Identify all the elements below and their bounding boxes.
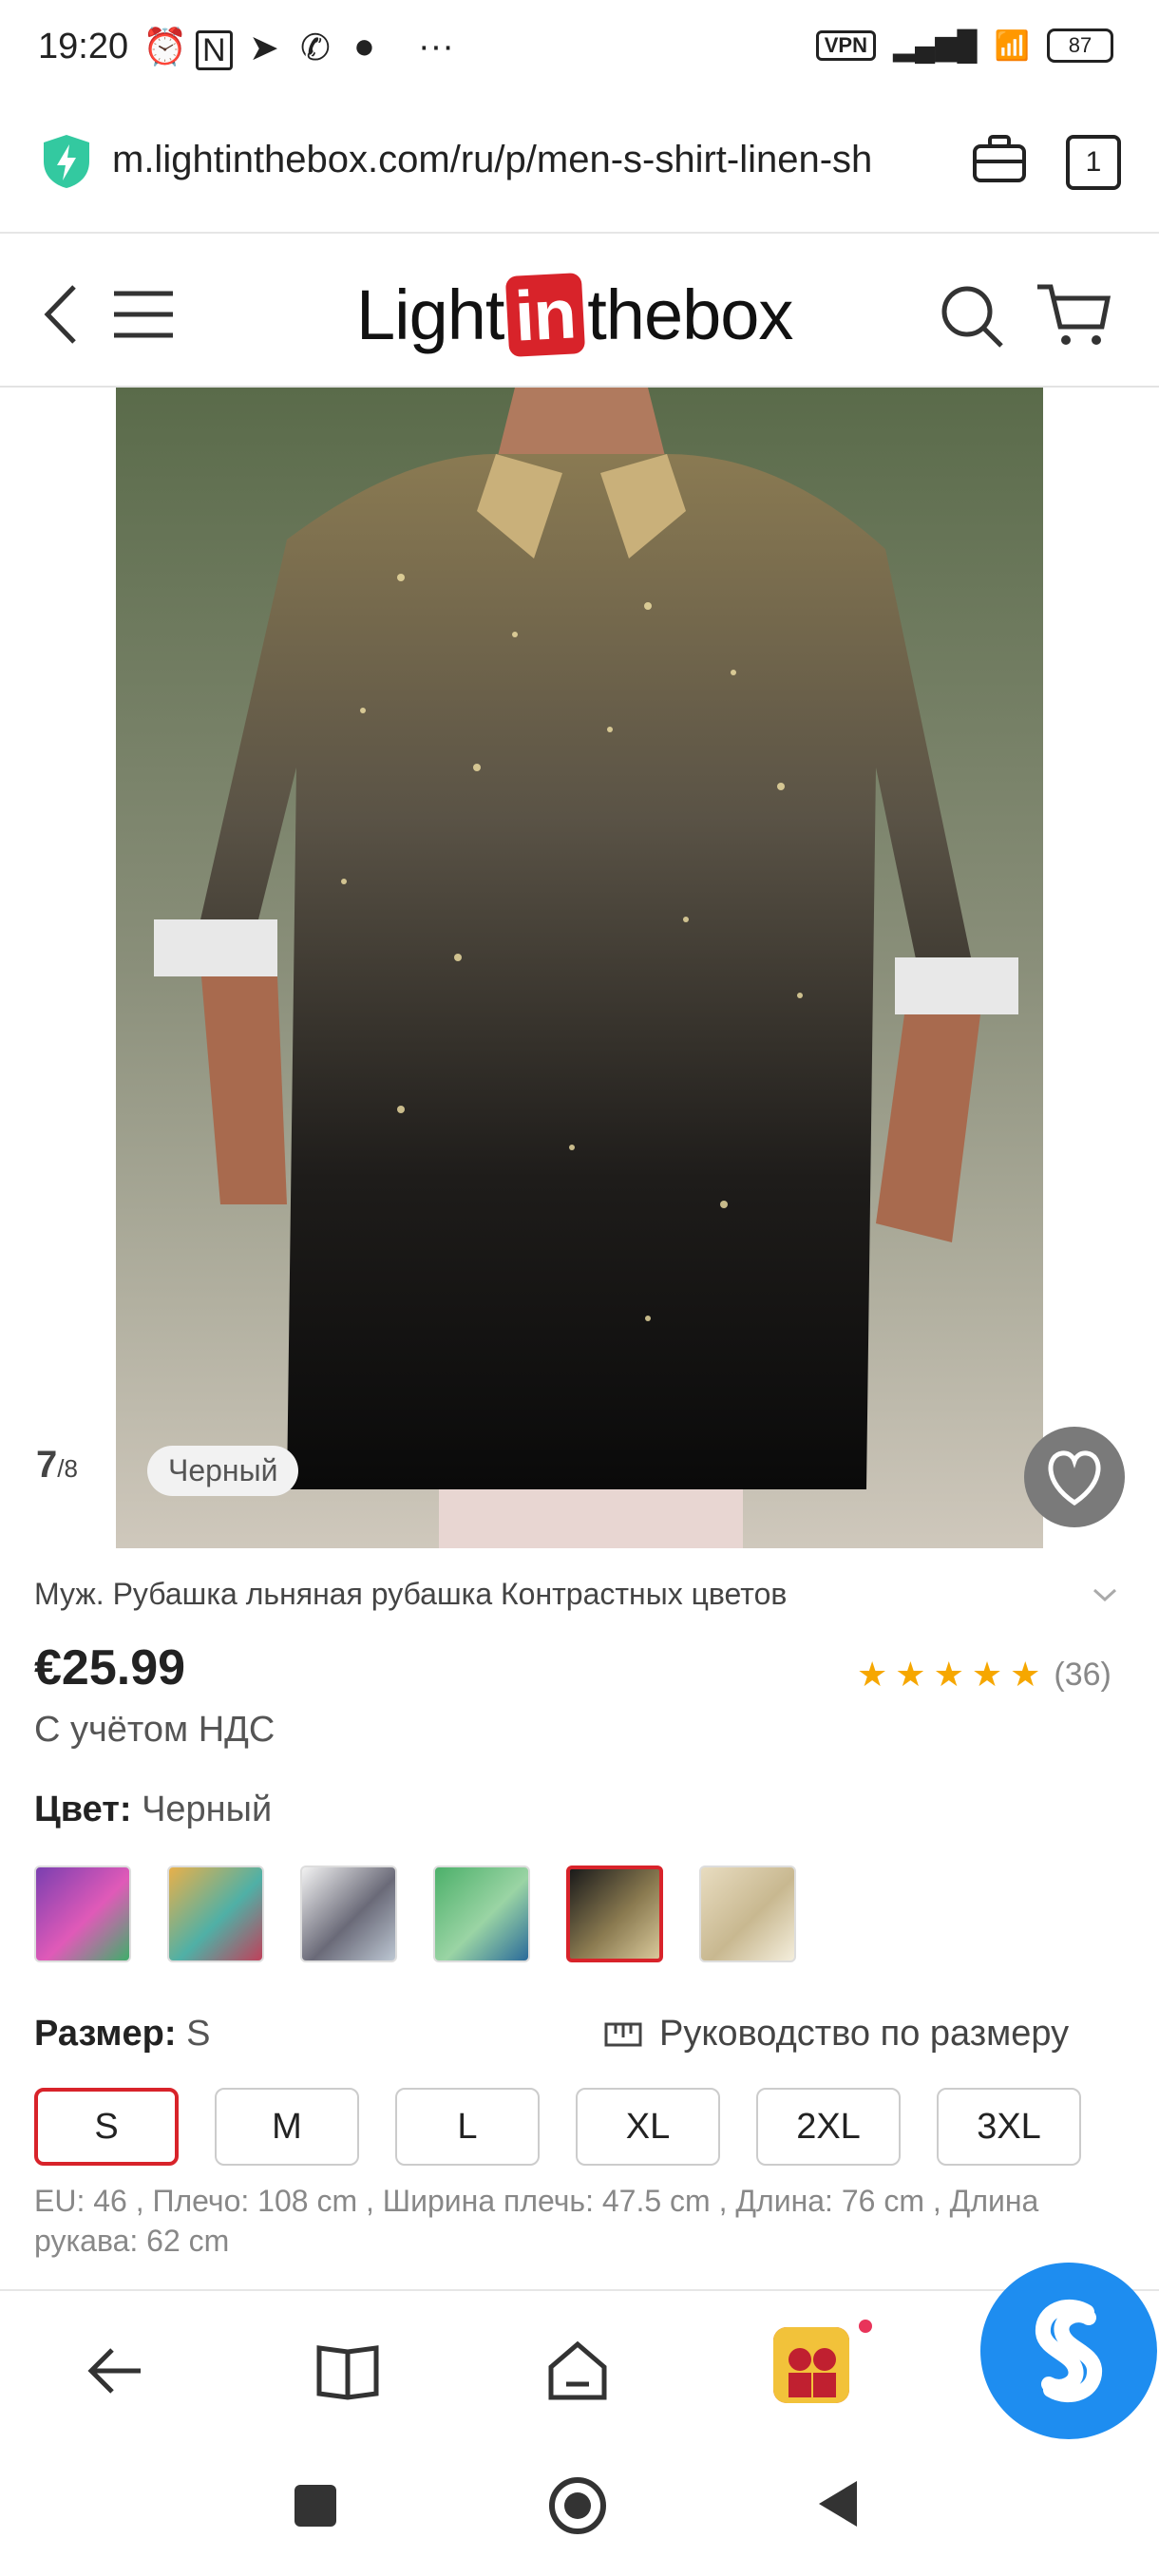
color-swatch-black-glitter[interactable] [566, 1866, 663, 1962]
size-label-title: Размер: [34, 2014, 177, 2054]
secure-shield-icon [44, 135, 89, 188]
gallery-color-tag: Черный [147, 1446, 299, 1496]
telegram-icon: ➤ [249, 28, 279, 68]
color-swatch-beige-print[interactable] [699, 1866, 796, 1962]
star-icon: ★ [971, 1655, 1003, 1694]
wifi-icon: 📶 [994, 29, 1030, 62]
more-notifications-icon: ··· [418, 27, 454, 66]
vat-note: С учётом НДС [34, 1710, 276, 1750]
size-guide-label: Руководство по размеру [659, 2014, 1070, 2054]
back-arrow-icon[interactable] [42, 281, 80, 348]
color-swatch-list [34, 1866, 796, 1962]
chevron-down-icon[interactable] [1091, 1581, 1119, 1609]
toolbox-icon[interactable] [971, 133, 1028, 186]
tab-switcher-button[interactable]: 1 [1066, 135, 1121, 190]
gallery-current: 7 [36, 1444, 58, 1486]
half-star-icon: ★ [1010, 1655, 1041, 1694]
star-icon: ★ [933, 1655, 964, 1694]
cart-icon[interactable] [1036, 281, 1112, 348]
size-label: Размер: S [34, 2014, 210, 2055]
heart-icon [1048, 1450, 1101, 1506]
nfc-icon: N [196, 30, 233, 70]
size-option-m[interactable]: M [215, 2088, 359, 2166]
recents-square-icon[interactable] [294, 2485, 336, 2527]
product-image[interactable] [116, 388, 1043, 1548]
gallery-total: /8 [57, 1454, 78, 1483]
battery-icon: 87 [1047, 28, 1113, 63]
chat-icon: ● [353, 27, 375, 66]
star-icon: ★ [895, 1655, 926, 1694]
size-option-xl[interactable]: XL [576, 2088, 720, 2166]
site-logo[interactable]: Light in thebox [356, 272, 793, 357]
review-count: (36) [1054, 1656, 1112, 1693]
product-price: €25.99 [34, 1640, 186, 1695]
color-label-title: Цвет: [34, 1790, 132, 1829]
vpn-badge: VPN [815, 30, 876, 61]
logo-text-in: in [505, 272, 586, 357]
color-swatch-white-print[interactable] [300, 1866, 397, 1962]
product-title: Муж. Рубашка льняная рубашка Контрастных… [34, 1577, 788, 1611]
wishlist-button[interactable] [1024, 1427, 1125, 1527]
star-icon: ★ [857, 1655, 888, 1694]
color-swatch-multicolor-1[interactable] [34, 1866, 131, 1962]
site-header: Light in thebox [0, 234, 1159, 388]
home-circle-icon[interactable] [549, 2477, 606, 2534]
whatsapp-icon: ✆ [300, 28, 331, 68]
search-icon[interactable] [939, 283, 1005, 350]
color-label: Цвет: Черный [34, 1790, 272, 1830]
ruler-icon [604, 2022, 642, 2046]
browser-address-bar: m.lightinthebox.com/ru/p/men-s-shirt-lin… [0, 106, 1159, 234]
squid-game-icon [773, 2327, 849, 2403]
system-navigation-bar [0, 2451, 1159, 2576]
app-game-icon[interactable] [773, 2327, 849, 2403]
shazam-floating-button[interactable] [980, 2263, 1157, 2439]
notification-dot [859, 2320, 872, 2333]
color-swatch-multicolor-2[interactable] [167, 1866, 264, 1962]
size-option-l[interactable]: L [395, 2088, 540, 2166]
gallery-counter: 7/8 [36, 1444, 78, 1487]
rating-stars[interactable]: ★ ★ ★ ★ ★ (36) [857, 1655, 1112, 1695]
browser-back-icon[interactable] [82, 2337, 150, 2405]
home-icon[interactable] [543, 2337, 612, 2405]
size-option-2xl[interactable]: 2XL [756, 2088, 901, 2166]
logo-text-light: Light [356, 275, 504, 354]
size-option-s[interactable]: S [34, 2088, 179, 2166]
color-swatch-green-gradient[interactable] [433, 1866, 530, 1962]
alarm-icon: ⏰ [142, 28, 188, 67]
status-time: 19:20 [38, 27, 129, 66]
logo-text-thebox: thebox [587, 275, 793, 354]
size-option-3xl[interactable]: 3XL [937, 2088, 1081, 2166]
signal-icon: ▂▄▆█ [892, 29, 978, 62]
url-field[interactable]: m.lightinthebox.com/ru/p/men-s-shirt-lin… [112, 139, 948, 181]
size-option-list: S M L XL 2XL 3XL [34, 2088, 1081, 2166]
status-bar: 19:20 ⏰ N ➤ ✆ ● ··· VPN ▂▄▆█ 📶 87 [0, 0, 1159, 104]
size-measurements: EU: 46 , Плечо: 108 cm , Ширина плечь: 4… [34, 2184, 1039, 2258]
shazam-icon [1036, 2300, 1102, 2402]
size-selected-value: S [186, 2014, 211, 2054]
hamburger-menu-icon[interactable] [112, 289, 175, 340]
bookmarks-book-icon[interactable] [314, 2337, 382, 2405]
product-photo [116, 388, 1043, 1548]
size-guide-link[interactable]: Руководство по размеру [604, 2014, 1069, 2055]
color-selected-value: Черный [142, 1790, 273, 1829]
back-triangle-icon[interactable] [817, 2479, 859, 2529]
